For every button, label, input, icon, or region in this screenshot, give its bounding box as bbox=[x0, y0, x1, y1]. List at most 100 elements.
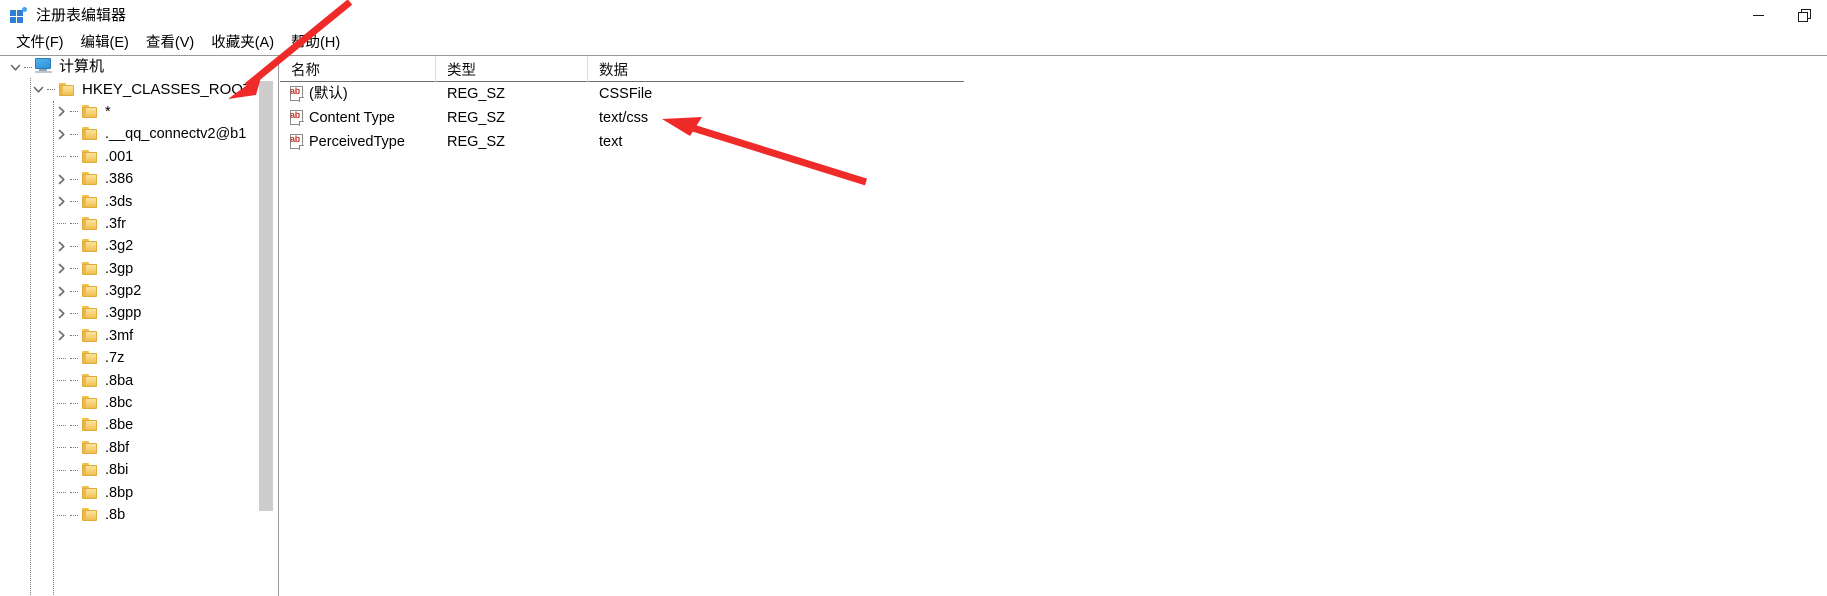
tree-leaf-connector bbox=[52, 347, 70, 369]
tree-connector bbox=[70, 392, 80, 414]
tree-item-label: .8bi bbox=[105, 462, 129, 479]
tree-connector bbox=[70, 280, 80, 302]
tree-connector bbox=[70, 168, 80, 190]
menu-favorites[interactable]: 收藏夹(A) bbox=[203, 33, 283, 53]
tree-scrollbar-thumb[interactable] bbox=[259, 81, 273, 511]
tree-item[interactable]: .8bc bbox=[0, 392, 262, 414]
chevron-down-icon[interactable] bbox=[29, 79, 47, 101]
tree-item[interactable]: .8ba bbox=[0, 369, 262, 391]
value-row[interactable]: ab (默认) REG_SZ CSSFile bbox=[280, 82, 964, 106]
tree-connector bbox=[70, 482, 80, 504]
tree-item-label: .__qq_connectv2@b1 bbox=[105, 126, 247, 143]
chevron-right-icon[interactable] bbox=[52, 123, 70, 145]
value-name-text: Content Type bbox=[309, 110, 395, 126]
chevron-down-icon[interactable] bbox=[6, 56, 24, 78]
tree-item[interactable]: 计算机 bbox=[0, 56, 262, 78]
menu-bar: 文件(F) 编辑(E) 查看(V) 收藏夹(A) 帮助(H) bbox=[0, 31, 1827, 55]
value-name-text: PerceivedType bbox=[309, 134, 405, 150]
chevron-right-icon[interactable] bbox=[52, 258, 70, 280]
tree-connector bbox=[70, 123, 80, 145]
tree-item[interactable]: .8bp bbox=[0, 481, 262, 503]
column-header-data[interactable]: 数据 bbox=[588, 56, 964, 82]
string-value-icon: ab bbox=[289, 110, 305, 126]
menu-file[interactable]: 文件(F) bbox=[8, 33, 73, 53]
minimize-button[interactable] bbox=[1735, 0, 1781, 31]
column-header-name[interactable]: 名称 bbox=[280, 56, 436, 82]
tree-item[interactable]: .3g2 bbox=[0, 235, 262, 257]
tree-item[interactable]: .386 bbox=[0, 168, 262, 190]
chevron-right-icon[interactable] bbox=[52, 325, 70, 347]
folder-icon bbox=[80, 392, 100, 414]
value-row[interactable]: ab PerceivedType REG_SZ text bbox=[280, 130, 964, 154]
tree-guide-line bbox=[53, 101, 54, 596]
tree-leaf-connector bbox=[52, 459, 70, 481]
value-name-cell[interactable]: ab Content Type bbox=[280, 108, 436, 128]
folder-icon bbox=[80, 101, 100, 123]
tree-item[interactable]: .8be bbox=[0, 414, 262, 436]
tree-item[interactable]: .3gp bbox=[0, 258, 262, 280]
registry-values-pane[interactable]: 名称 类型 数据 ab (默认) REG_SZ CSSFile ab Content Ty… bbox=[279, 55, 1827, 596]
tree-item-label: .3mf bbox=[105, 327, 134, 344]
tree-item[interactable]: .7z bbox=[0, 347, 262, 369]
tree-item[interactable]: .3ds bbox=[0, 190, 262, 212]
tree-connector bbox=[70, 235, 80, 257]
chevron-right-icon[interactable] bbox=[52, 168, 70, 190]
value-name-text: (默认) bbox=[309, 86, 348, 102]
tree-item[interactable]: .8bi bbox=[0, 459, 262, 481]
registry-tree-pane[interactable]: 计算机 HKEY_CLASSES_ROOT * .__qq_connectv2@b1.… bbox=[0, 55, 279, 596]
registry-editor-window: 注册表编辑器 文件(F) 编辑(E) 查看(V) 收藏夹(A) 帮助(H) 计算… bbox=[0, 0, 1827, 596]
values-list[interactable]: ab (默认) REG_SZ CSSFile ab Content Type REG_SZ t… bbox=[280, 82, 964, 154]
tree-item-label: 计算机 bbox=[59, 58, 105, 76]
values-header-row: 名称 类型 数据 bbox=[280, 56, 964, 82]
minimize-icon bbox=[1752, 15, 1764, 16]
registry-editor-icon bbox=[9, 6, 27, 25]
column-header-type[interactable]: 类型 bbox=[436, 56, 588, 82]
tree-vertical-scrollbar[interactable] bbox=[259, 57, 276, 596]
menu-edit[interactable]: 编辑(E) bbox=[73, 33, 138, 53]
tree-item[interactable]: .__qq_connectv2@b1 bbox=[0, 123, 262, 145]
tree-item[interactable]: .8b bbox=[0, 504, 262, 526]
menu-help[interactable]: 帮助(H) bbox=[283, 33, 349, 53]
menu-view[interactable]: 查看(V) bbox=[138, 33, 203, 53]
tree-item-label: .001 bbox=[105, 148, 134, 165]
tree-item-label: .8b bbox=[105, 507, 126, 523]
folder-icon bbox=[80, 325, 100, 347]
tree-leaf-connector bbox=[52, 213, 70, 235]
tree-item[interactable]: .3fr bbox=[0, 213, 262, 235]
tree-guide-line bbox=[30, 78, 31, 596]
tree-item[interactable]: .3mf bbox=[0, 325, 262, 347]
tree-connector bbox=[24, 56, 34, 78]
tree-connector bbox=[47, 79, 57, 101]
tree-item[interactable]: .001 bbox=[0, 146, 262, 168]
tree-item[interactable]: .8bf bbox=[0, 437, 262, 459]
chevron-right-icon[interactable] bbox=[52, 302, 70, 324]
folder-icon bbox=[80, 235, 100, 257]
registry-tree[interactable]: 计算机 HKEY_CLASSES_ROOT * .__qq_connectv2@b1.… bbox=[0, 56, 262, 526]
tree-item[interactable]: .3gpp bbox=[0, 302, 262, 324]
chevron-right-icon[interactable] bbox=[52, 235, 70, 257]
chevron-right-icon[interactable] bbox=[52, 101, 70, 123]
value-type-cell: REG_SZ bbox=[447, 86, 506, 102]
tree-item-label: .8bp bbox=[105, 484, 134, 501]
folder-icon bbox=[57, 79, 77, 101]
tree-item[interactable]: * bbox=[0, 101, 262, 123]
computer-icon bbox=[34, 56, 54, 78]
tree-leaf-connector bbox=[52, 146, 70, 168]
tree-item[interactable]: .3gp2 bbox=[0, 280, 262, 302]
tree-connector bbox=[70, 459, 80, 481]
value-name-cell[interactable]: ab PerceivedType bbox=[280, 132, 436, 152]
tree-item-label: .3g2 bbox=[105, 238, 134, 255]
value-data-cell: text/css bbox=[599, 110, 649, 126]
chevron-right-icon[interactable] bbox=[52, 191, 70, 213]
maximize-restore-button[interactable] bbox=[1781, 0, 1827, 31]
tree-item-label: .3ds bbox=[105, 193, 133, 210]
value-name-cell[interactable]: ab (默认) bbox=[280, 84, 436, 104]
folder-icon bbox=[80, 213, 100, 235]
tree-item-label: .386 bbox=[105, 171, 134, 188]
tree-item[interactable]: HKEY_CLASSES_ROOT bbox=[0, 78, 262, 100]
value-row[interactable]: ab Content Type REG_SZ text/css bbox=[280, 106, 964, 130]
tree-item-label: * bbox=[105, 103, 111, 120]
chevron-right-icon[interactable] bbox=[52, 280, 70, 302]
tree-item-label: .7z bbox=[105, 350, 125, 367]
window-controls bbox=[1735, 0, 1827, 31]
